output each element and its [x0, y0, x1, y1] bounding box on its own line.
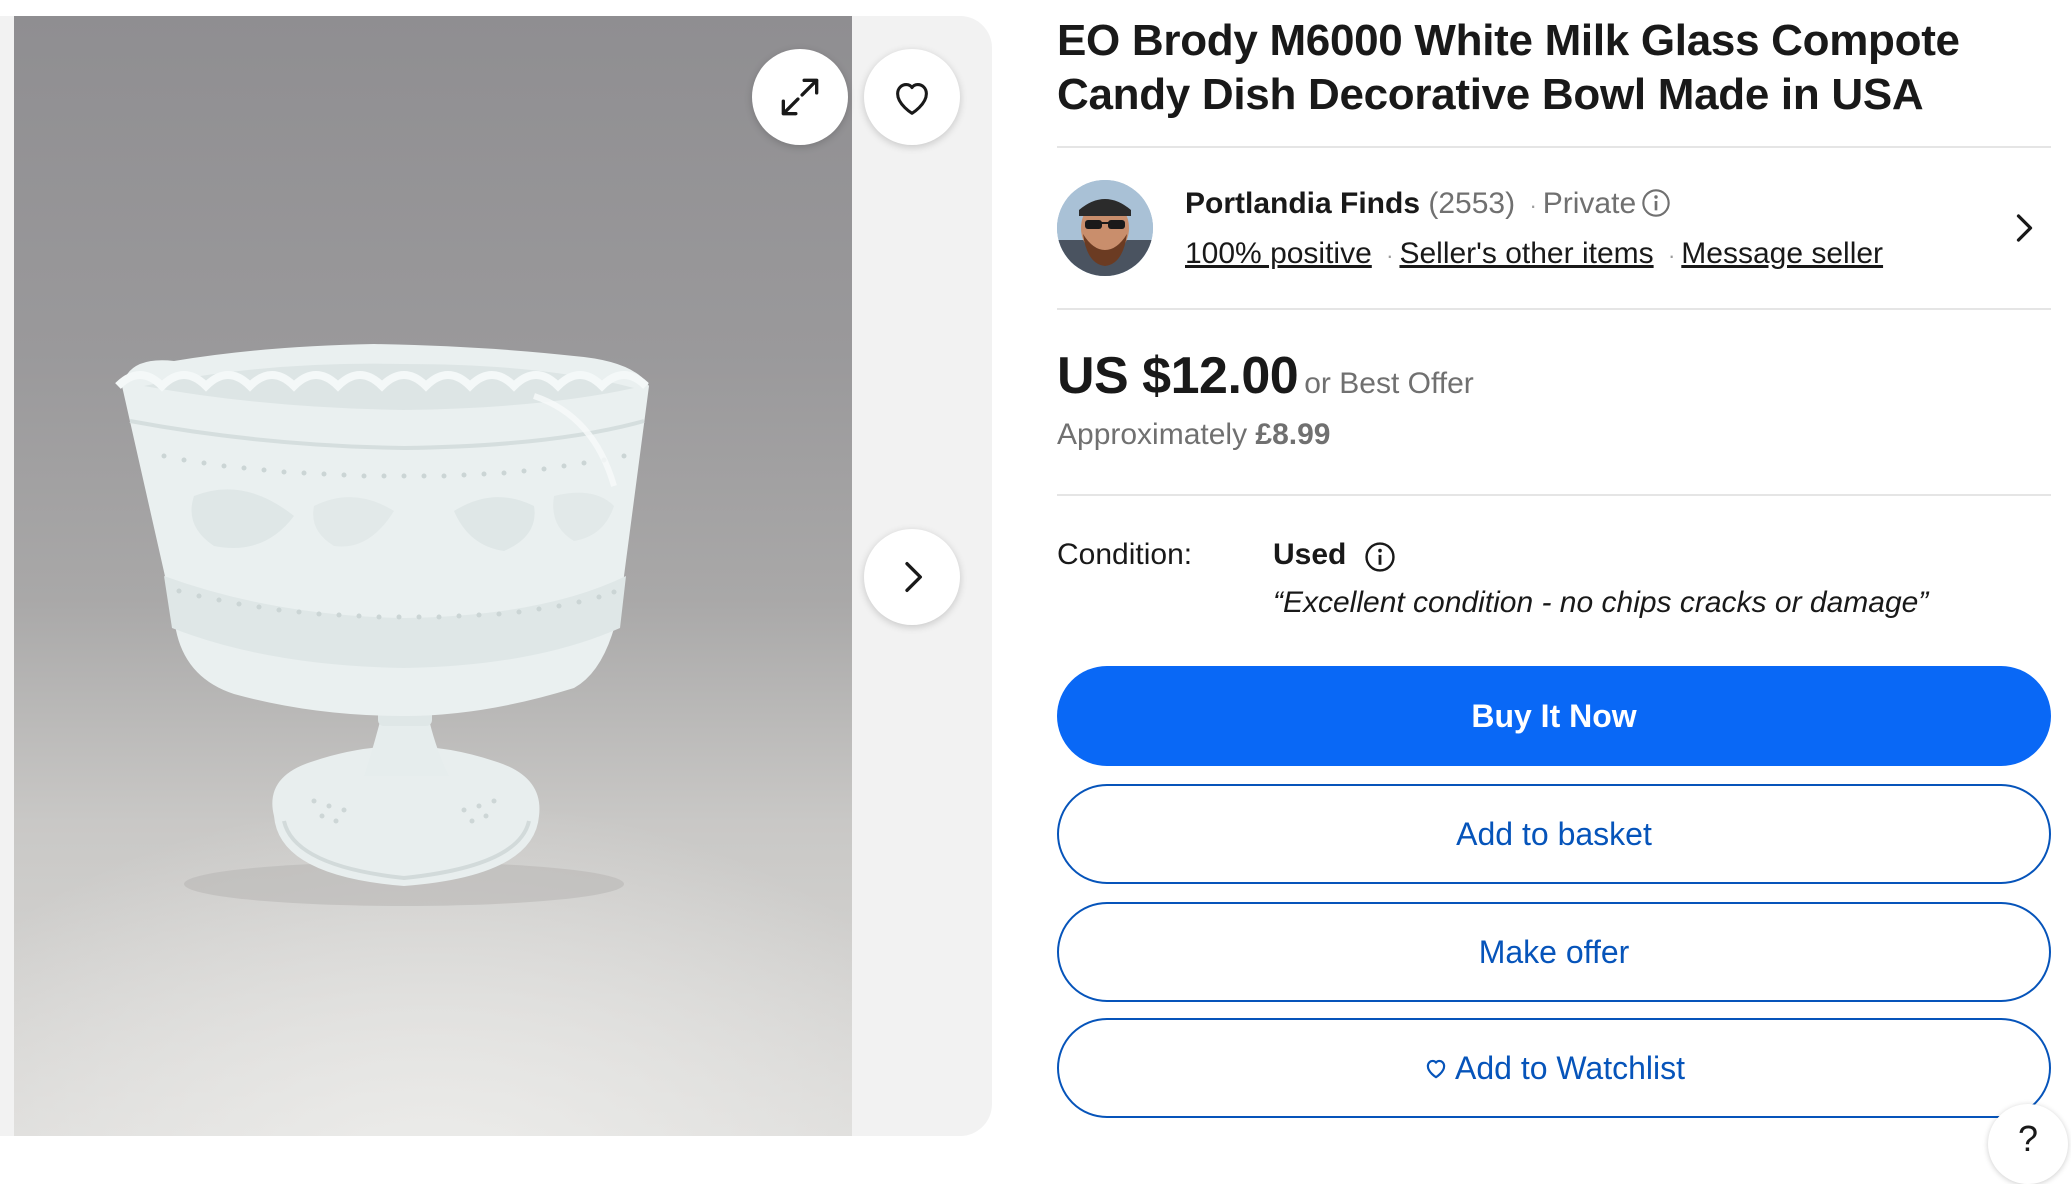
message-seller-link[interactable]: Message seller — [1681, 237, 1883, 270]
make-offer-button[interactable]: Make offer — [1057, 902, 2051, 1002]
make-offer-label: Make offer — [1478, 933, 1630, 970]
seller-name[interactable]: Portlandia Finds — [1185, 187, 1420, 220]
buy-it-now-button[interactable]: Buy It Now — [1057, 666, 2051, 766]
listing-details: EO Brody M6000 White Milk Glass Compote … — [1057, 0, 2051, 1118]
next-image-button[interactable] — [864, 529, 960, 625]
add-to-basket-button[interactable]: Add to basket — [1057, 784, 2051, 884]
condition-label: Condition: — [1057, 538, 1193, 571]
chevron-right-icon — [905, 562, 922, 592]
seller-info: Portlandia Finds (2553) · Private — [1185, 184, 1672, 230]
approx-value: £8.99 — [1255, 418, 1331, 451]
divider — [1057, 146, 2051, 148]
bowl-image — [115, 344, 649, 906]
separator: · — [1529, 193, 1537, 218]
seller-avatar[interactable] — [1057, 180, 1153, 276]
seller-links: 100% positive · Seller's other items · Mes… — [1185, 234, 1883, 276]
separator: · — [1667, 243, 1676, 268]
info-icon[interactable] — [1640, 187, 1672, 230]
product-photo[interactable] — [14, 16, 852, 1136]
info-icon[interactable] — [1363, 540, 1397, 579]
help-label: ? — [2017, 1118, 2039, 1159]
divider — [1057, 494, 2051, 496]
add-to-basket-label: Add to basket — [1456, 815, 1652, 852]
add-to-watchlist-button[interactable]: Add to Watchlist — [1057, 1018, 2051, 1118]
chevron-right-icon — [2016, 214, 2033, 242]
avatar-image — [1057, 180, 1153, 276]
seller-other-items-link[interactable]: Seller's other items — [1399, 237, 1653, 270]
buy-it-now-label: Buy It Now — [1471, 697, 1637, 734]
price-block: US $12.00 or Best Offer — [1057, 346, 1474, 406]
expand-icon — [781, 78, 819, 116]
seller-card[interactable]: Portlandia Finds (2553) · Private 100% po… — [1057, 180, 2051, 276]
heart-icon — [1426, 1059, 1446, 1079]
price: US $12.00 — [1057, 347, 1299, 405]
seller-details-chevron[interactable] — [2005, 210, 2041, 251]
account-type: Private — [1542, 187, 1637, 220]
listing-title: EO Brody M6000 White Milk Glass Compote … — [1057, 16, 1960, 119]
expand-image-button[interactable] — [752, 49, 848, 145]
best-offer-label: or Best Offer — [1304, 367, 1474, 400]
positive-feedback-link[interactable]: 100% positive — [1185, 237, 1372, 270]
feedback-count: (2553) — [1428, 187, 1516, 220]
heart-icon — [896, 83, 928, 115]
add-to-watchlist-label: Add to Watchlist — [1454, 1049, 1685, 1086]
divider — [1057, 308, 2051, 310]
approximate-price: Approximately £8.99 — [1057, 418, 1331, 452]
image-gallery — [0, 16, 992, 1136]
condition-value: Used — [1273, 538, 1347, 571]
add-to-favorites-button[interactable] — [864, 49, 960, 145]
help-button[interactable]: ? — [1988, 1104, 2068, 1184]
approx-label: Approximately — [1057, 418, 1248, 451]
separator: · — [1386, 243, 1394, 268]
condition-description: “Excellent condition - no chips cracks o… — [1273, 586, 1929, 619]
